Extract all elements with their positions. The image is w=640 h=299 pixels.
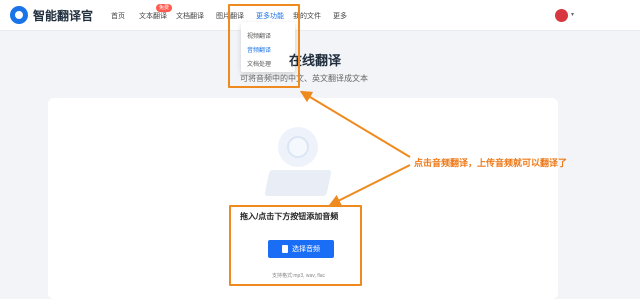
annotation-arrows — [299, 90, 411, 206]
annotation-text: 点击音频翻译，上传音频就可以翻译了 — [414, 158, 568, 168]
arrow-to-menu — [299, 90, 411, 158]
arrow-to-upload — [328, 164, 411, 206]
